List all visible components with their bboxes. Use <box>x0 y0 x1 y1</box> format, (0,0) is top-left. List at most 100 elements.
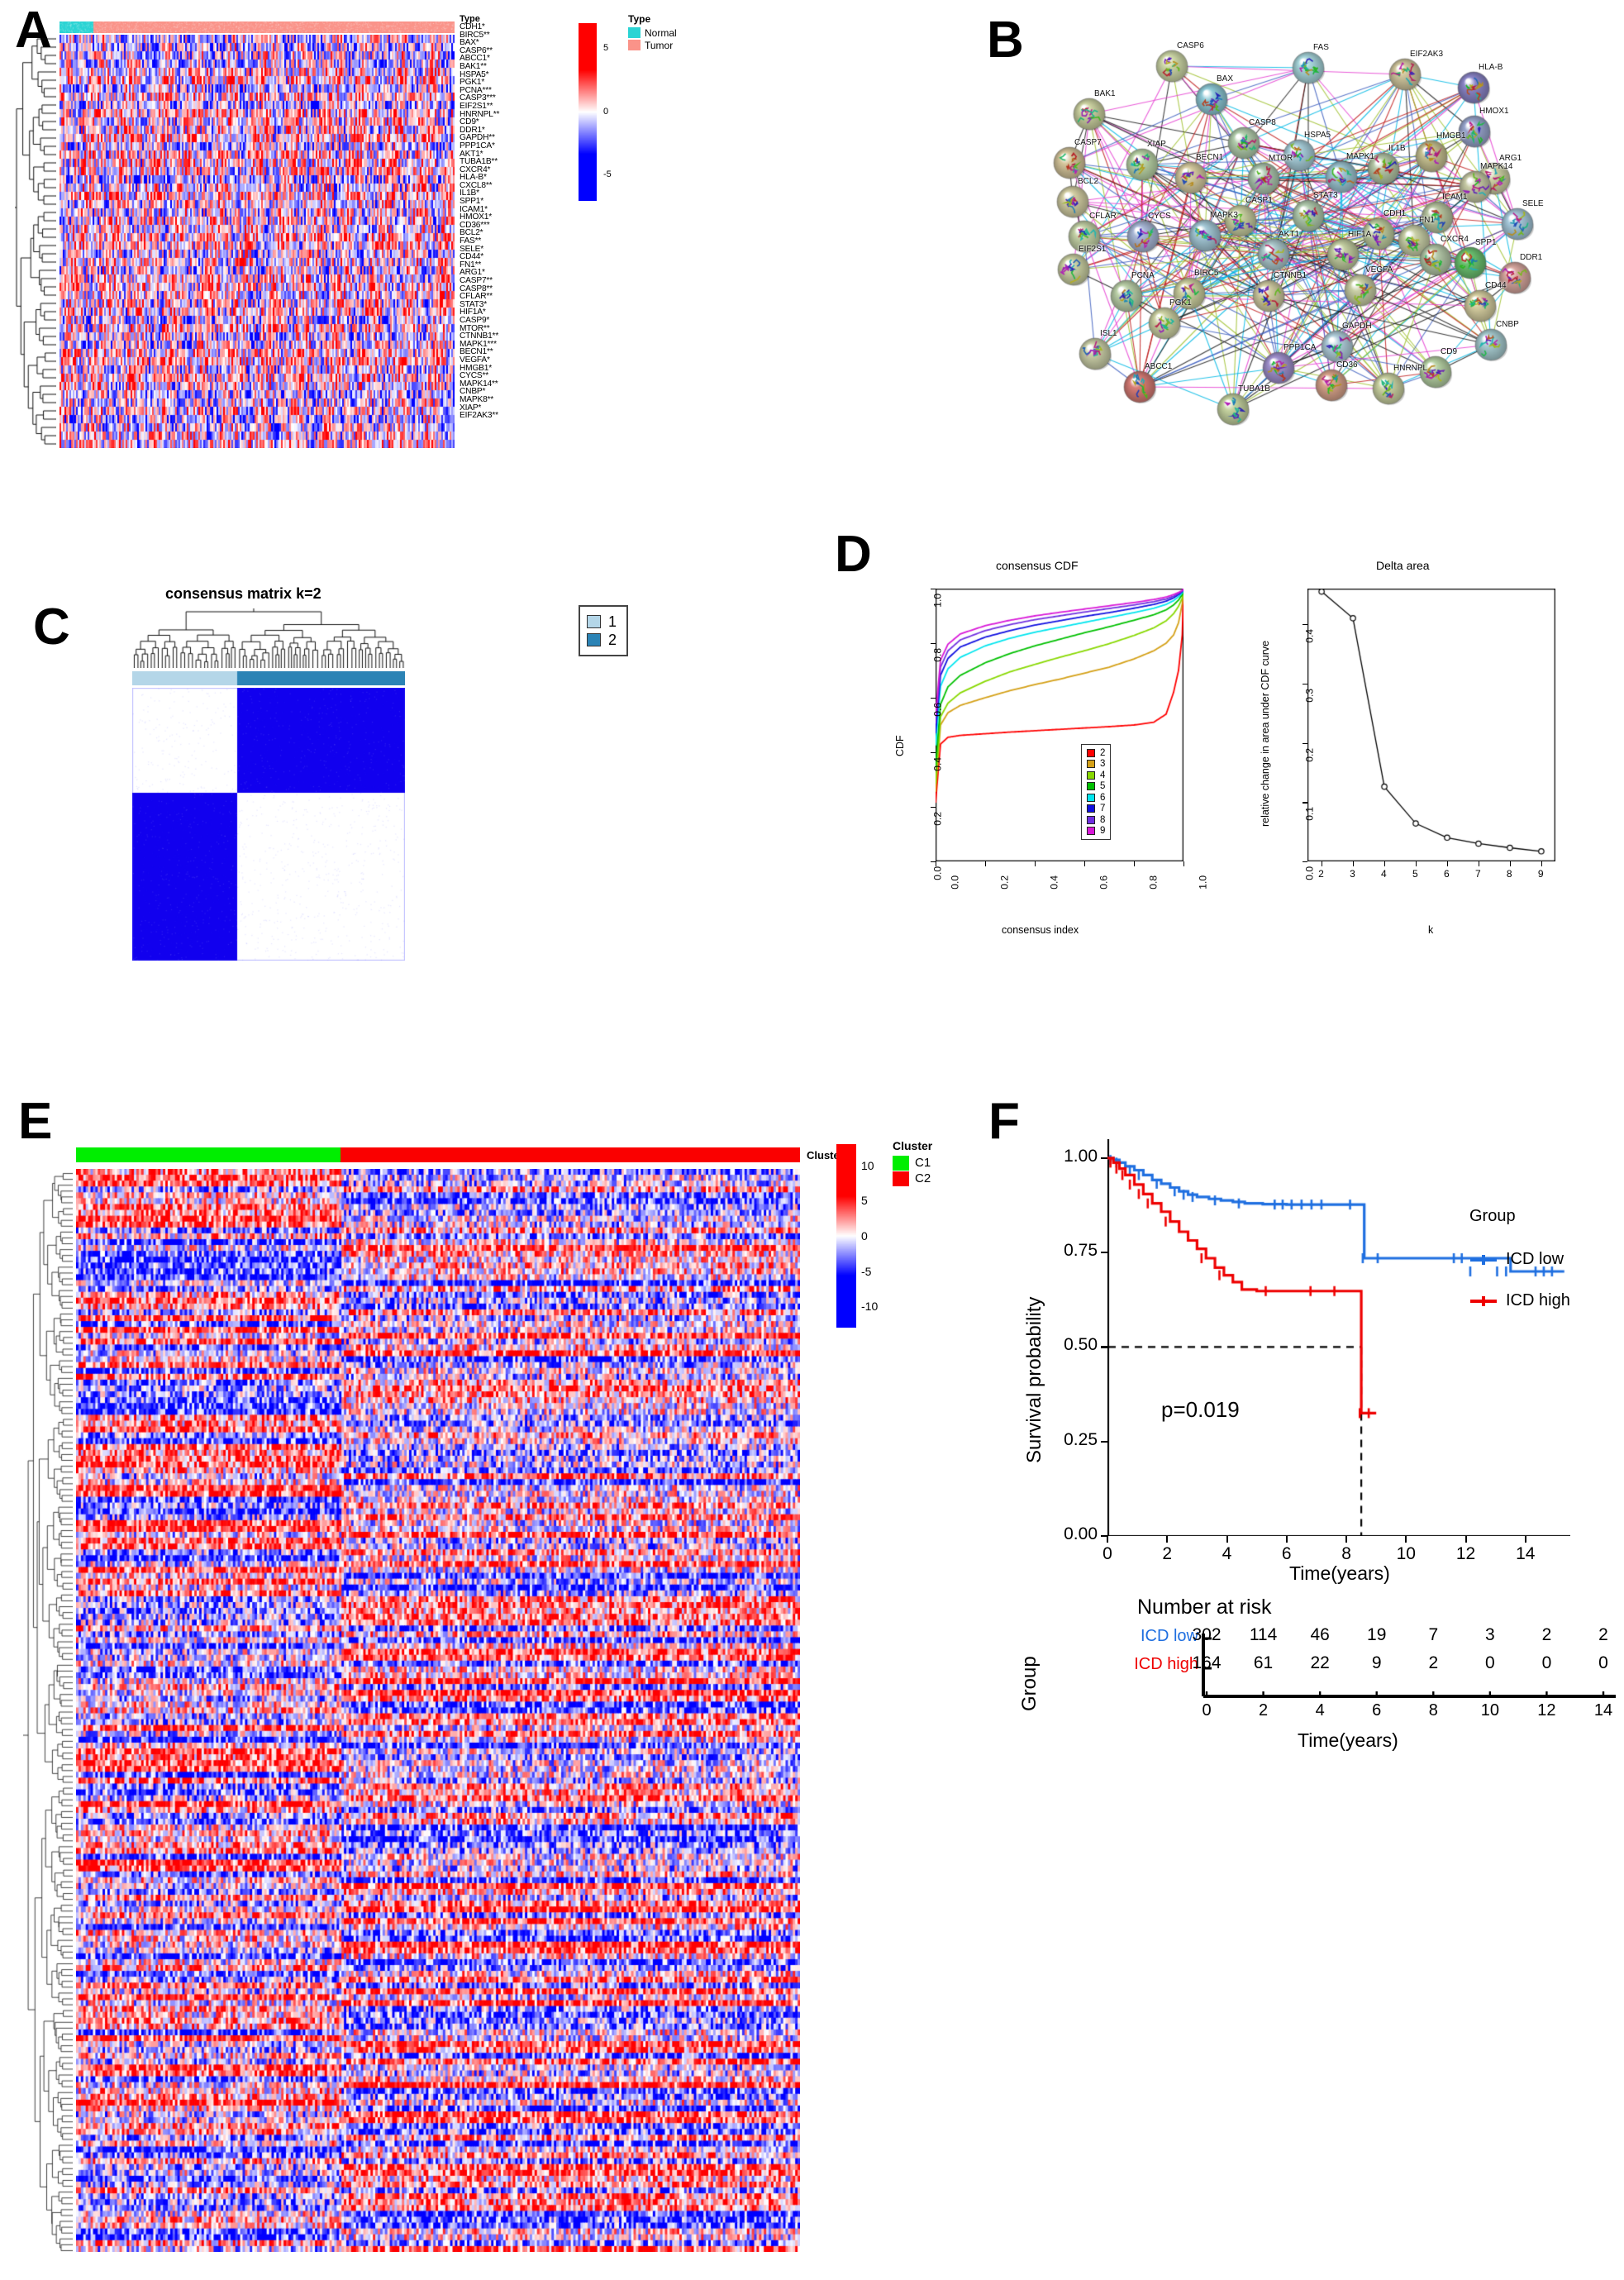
panel-b-node-label: SPP1 <box>1475 238 1497 247</box>
panel-d-letter: D <box>835 526 872 583</box>
panel-d-delta-xtick-mark <box>1509 861 1512 866</box>
panel-d-cdf-legend-item: 3 <box>1087 759 1105 770</box>
panel-f-xtick-mark <box>1166 1536 1169 1543</box>
panel-d-cdf-xtick-mark <box>985 861 987 866</box>
panel-d-cdf-ytick: 0.6 <box>931 703 944 717</box>
panel-e-scale-tick: 5 <box>861 1194 868 1208</box>
panel-d-cdf-xlabel: consensus index <box>1002 924 1079 936</box>
panel-b-node-label: DDR1 <box>1520 253 1543 262</box>
panel-b-node-label: SELE <box>1522 199 1544 208</box>
panel-d-cdf-ytick-mark <box>931 698 936 699</box>
panel-f-km-canvas <box>1107 1139 1570 1536</box>
panel-f-risk-row-label: ICD low <box>1140 1627 1198 1645</box>
panel-f-ytick: 0.00 <box>1064 1524 1098 1543</box>
cluster2-swatch-icon <box>587 633 601 646</box>
series-swatch-icon <box>1087 827 1095 836</box>
panel-a-type-legend: Type Normal Tumor <box>628 13 677 51</box>
panel-d-cdf-ytick: 0.2 <box>931 812 944 826</box>
panel-b-node-label: CASP7 <box>1074 138 1102 147</box>
panel-d-delta-ytick: 0.1 <box>1303 807 1316 821</box>
panel-d-cdf-xtick: 0.4 <box>1048 875 1060 890</box>
panel-b-node-label: IL1B <box>1388 144 1406 153</box>
panel-b-node-label: CD9 <box>1441 347 1458 356</box>
panel-d-delta-xtick: 9 <box>1537 868 1544 880</box>
panel-f-xtick: 14 <box>1516 1544 1536 1563</box>
panel-b-node-label: FAS <box>1313 43 1329 52</box>
panel-f-survival-plot: F 0.00 0.25 0.50 0.75 1.00 0 2 4 6 8 10 12 14 Survi… <box>975 1066 1624 2280</box>
panel-d-delta-xtick-mark <box>1541 861 1543 866</box>
panel-a-legend-item-tumor: Tumor <box>628 39 677 51</box>
panel-f-risk-cell: 46 <box>1310 1625 1330 1644</box>
panel-a-expression-heatmap <box>60 35 455 448</box>
panel-b-node-label: BIRC5 <box>1194 269 1219 278</box>
panel-b-node-label: EIF2AK3 <box>1410 50 1444 59</box>
panel-e-legend-label-c2: C2 <box>915 1171 931 1185</box>
panel-f-xtick: 12 <box>1455 1544 1476 1563</box>
panel-c-sample-dendrogram <box>132 608 405 668</box>
panel-b-node-label: CFLAR <box>1089 212 1117 221</box>
panel-f-risk-cell: 7 <box>1428 1625 1439 1644</box>
panel-f-risk-xtick: 12 <box>1537 1701 1556 1720</box>
panel-c-legend-label-2: 2 <box>608 631 617 648</box>
panel-f-risk-cell: 2 <box>1541 1625 1552 1644</box>
panel-f-legend-item-icd-low: ICD low <box>1469 1250 1564 1269</box>
panel-c-letter: C <box>33 599 70 656</box>
panel-f-xtick-mark <box>1107 1536 1109 1543</box>
panel-d-cdf-legend-label: 4 <box>1100 770 1106 780</box>
series-swatch-icon <box>1087 748 1095 757</box>
cluster-c2-swatch-icon <box>893 1171 909 1186</box>
panel-f-risk-xtick: 8 <box>1428 1701 1438 1720</box>
panel-d-cdf-xtick: 0.8 <box>1147 875 1160 890</box>
panel-d-cdf-legend-label: 9 <box>1100 826 1106 837</box>
panel-d-delta-ytick-mark <box>1303 861 1307 863</box>
panel-e-letter: E <box>18 1093 53 1150</box>
panel-b-node-label: CASP6 <box>1177 41 1204 50</box>
panel-d-cdf-ytick-mark <box>931 643 936 645</box>
panel-d-cdf-xtick: 0.6 <box>1098 875 1110 890</box>
series-swatch-icon <box>1087 760 1095 769</box>
panel-f-xtick: 10 <box>1396 1544 1416 1563</box>
panel-b-node-label: HMGB1 <box>1436 131 1466 141</box>
series-swatch-icon <box>1087 804 1095 813</box>
panel-d-delta-xtick: 8 <box>1506 868 1512 880</box>
panel-e-cluster-heatmap: E Cluster 10 5 0 -5 -10 Cluster C1 C2 <box>0 1066 975 2280</box>
panel-f-xtick-mark <box>1405 1536 1407 1543</box>
panel-b-node-label: MAPK1 <box>1346 152 1374 161</box>
panel-b-node-label: CASP8 <box>1249 118 1276 127</box>
panel-e-scale-tick: 10 <box>861 1158 874 1172</box>
panel-a-gene-dendrogram <box>15 35 56 448</box>
panel-b-node-label: ABCC1 <box>1145 362 1173 371</box>
panel-d-cdf-ytick: 0.8 <box>931 648 944 662</box>
panel-f-legend-label-icd-low: ICD low <box>1506 1250 1564 1268</box>
series-swatch-icon <box>1087 815 1095 824</box>
panel-d-cdf-subplot: consensus CDF 0.0 0.2 0.4 0.6 0.8 1.0 0.0 0.2 0… <box>876 559 1231 1017</box>
panel-d-consensus-plots: D consensus CDF 0.0 0.2 0.4 0.6 0.8 1.0 0.0 0.… <box>826 529 1624 1042</box>
panel-d-delta-area-subplot: Delta area 0.0 0.1 0.2 0.3 0.4 2 3 4 5 6 7 8 9 rela… <box>1231 559 1595 1017</box>
panel-b-node-label: HNRNPL <box>1393 364 1428 373</box>
panel-b-node-label: CD44 <box>1485 281 1507 290</box>
panel-f-ytick-mark <box>1101 1346 1107 1348</box>
panel-f-risk-xtick: 0 <box>1202 1701 1212 1720</box>
panel-b-node-label: AKT1 <box>1279 230 1300 239</box>
panel-f-xtick-mark <box>1464 1536 1467 1543</box>
panel-f-xtick-mark <box>1345 1536 1348 1543</box>
panel-f-risk-xtick: 2 <box>1259 1701 1269 1720</box>
panel-c-title: consensus matrix k=2 <box>165 585 321 602</box>
panel-d-delta-xtick: 2 <box>1318 868 1324 880</box>
panel-c-cluster-annotation-bar <box>132 671 405 685</box>
panel-d-delta-ytick-mark <box>1303 624 1307 626</box>
panel-b-node-label: MAPK14 <box>1480 162 1513 171</box>
panel-d-delta-ytick: 0.0 <box>1303 866 1316 880</box>
panel-b-node-label: HIF1A <box>1348 230 1372 239</box>
panel-d-delta-canvas <box>1307 589 1555 861</box>
panel-f-ytick: 1.00 <box>1064 1146 1098 1166</box>
panel-f-risk-cell: 302 <box>1192 1625 1222 1644</box>
panel-a-legend-title: Type <box>628 13 651 25</box>
panel-b-node-label: CYCS <box>1148 212 1171 221</box>
panel-d-cdf-legend-item: 2 <box>1087 747 1105 759</box>
icd-high-line-icon <box>1470 1295 1497 1306</box>
panel-c-cluster-legend: 1 2 <box>579 605 629 656</box>
panel-f-risk-cell: 164 <box>1192 1653 1222 1672</box>
cluster-c1-swatch-icon <box>893 1155 909 1171</box>
panel-f-xtick: 8 <box>1341 1544 1351 1563</box>
